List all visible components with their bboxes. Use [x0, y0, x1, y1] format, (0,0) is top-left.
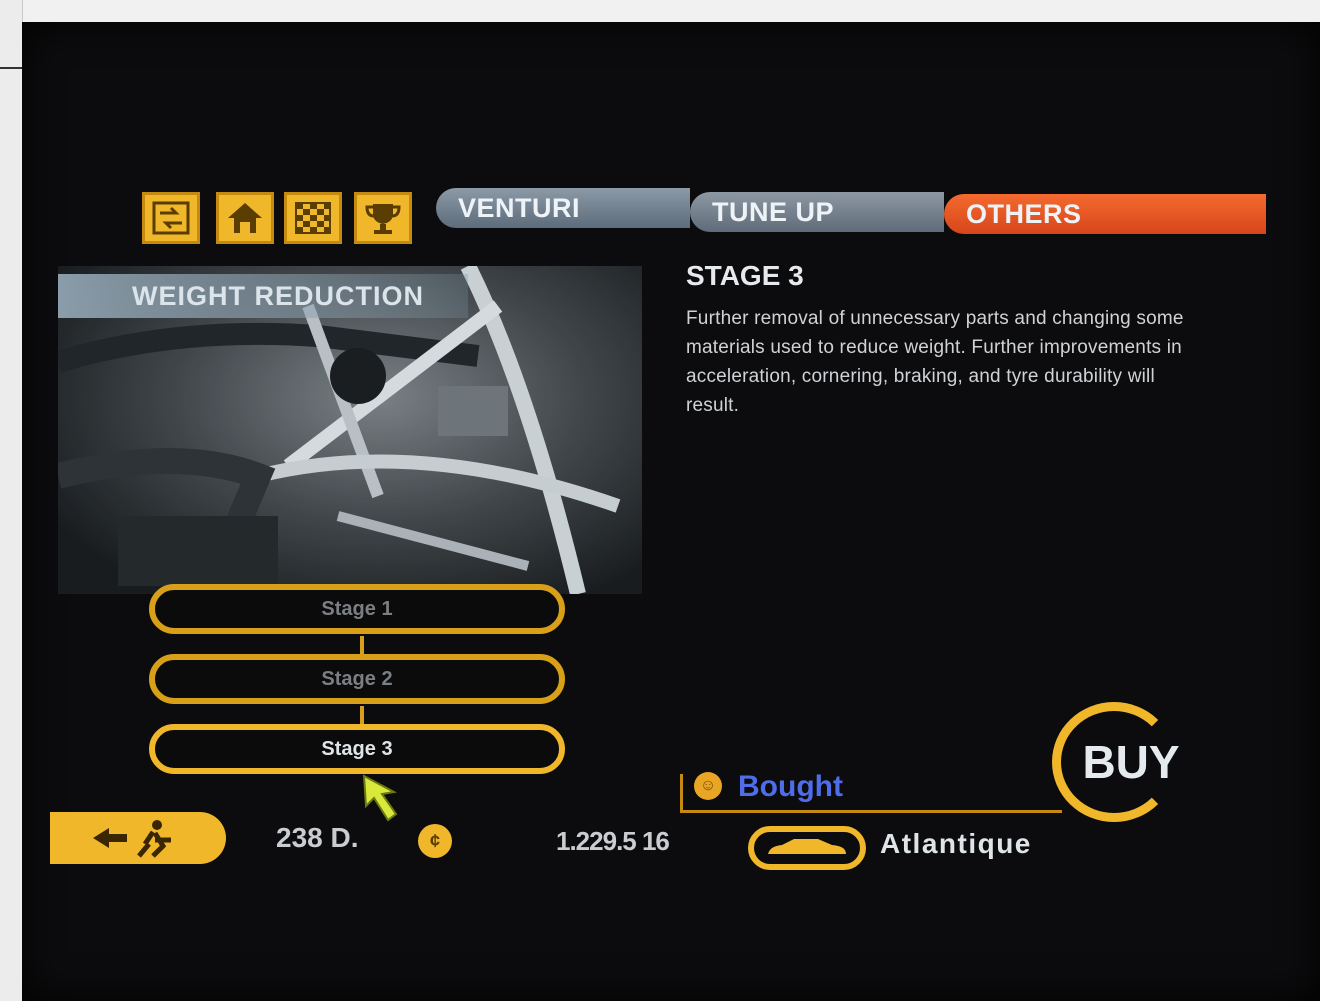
stage-1-button[interactable]: Stage 1 [149, 584, 565, 634]
swap-icon-button[interactable] [142, 192, 200, 244]
tab-others[interactable]: OTHERS [944, 194, 1266, 234]
checkered-flag-icon [295, 202, 331, 234]
stage-description: Further removal of unnecessary parts and… [686, 308, 1184, 416]
car-icon [748, 826, 866, 870]
bought-status-label: Bought [738, 770, 843, 803]
stage-title: STAGE 3 [686, 260, 804, 291]
checkered-flag-icon-button[interactable] [284, 192, 342, 244]
tab-tune-up[interactable]: TUNE UP [690, 192, 944, 232]
garage-icon-button[interactable] [216, 192, 274, 244]
page-left-margin [0, 0, 23, 1001]
part-preview-image: WEIGHT REDUCTION [58, 266, 642, 594]
tab-tune-up-label: TUNE UP [712, 196, 835, 227]
bought-underline [680, 810, 1062, 813]
back-button[interactable] [50, 812, 226, 864]
stage-3-button[interactable]: Stage 3 [149, 724, 565, 774]
stage-2-label: Stage 2 [321, 667, 393, 690]
stage-1-label: Stage 1 [321, 597, 393, 620]
pointer-cursor-icon [362, 774, 398, 822]
tab-venturi[interactable]: VENTURI [436, 188, 690, 228]
car-silhouette-icon [768, 839, 846, 854]
car-name: Atlantique [880, 828, 1032, 859]
tab-others-label: OTHERS [966, 198, 1082, 229]
buy-button[interactable]: BUY [1052, 702, 1180, 822]
preview-title: WEIGHT REDUCTION [58, 274, 468, 318]
credits-display: 238 D. [276, 822, 359, 853]
margin-rule [0, 67, 22, 69]
stage-3-label: Stage 3 [321, 737, 393, 760]
bought-status-icon: ☺ [694, 772, 722, 800]
swap-icon [152, 201, 190, 235]
garage-icon [228, 203, 262, 233]
stage-2-button[interactable]: Stage 2 [149, 654, 565, 704]
trophy-icon [365, 204, 401, 234]
odometer-display: 1.229.5 16 [556, 826, 670, 856]
exit-arrow-icon [93, 820, 171, 858]
buy-button-label: BUY [1082, 736, 1180, 788]
page-top-margin [0, 0, 1320, 24]
bought-bracket [680, 774, 683, 812]
tab-venturi-label: VENTURI [458, 192, 581, 223]
credits-coin-icon: ¢ [418, 824, 452, 858]
trophy-icon-button[interactable] [354, 192, 412, 244]
game-screen: VENTURI TUNE UP OTHERS WEIGHT REDUCTION … [22, 22, 1320, 1001]
